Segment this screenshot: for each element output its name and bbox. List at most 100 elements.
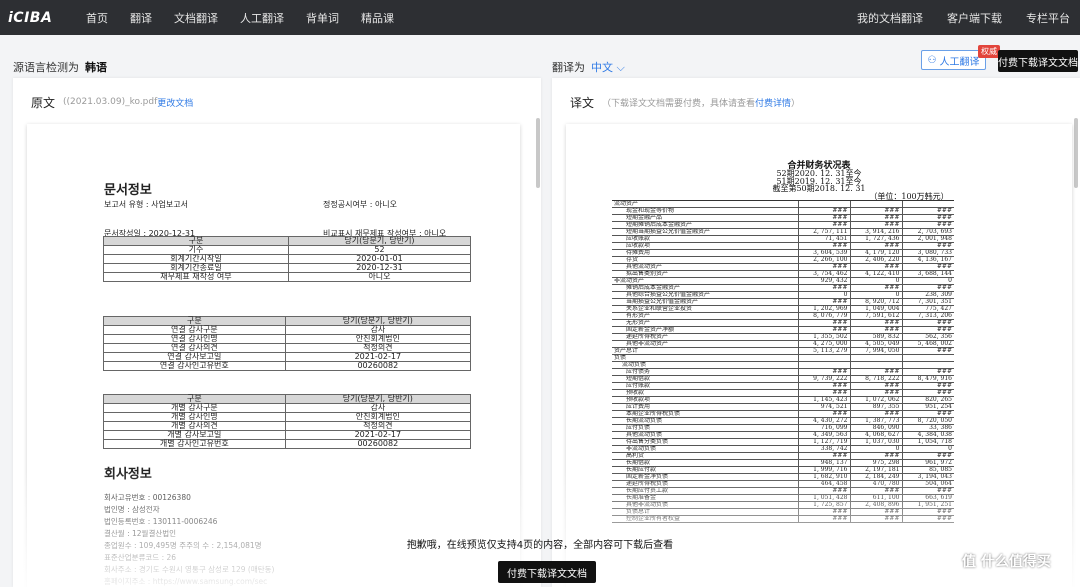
cn-row-value: 974, 521 [797,403,850,411]
cn-row-value: ### [797,319,850,327]
cn-row-value: ### [849,487,902,495]
cn-row-label: 负债总计 [612,508,798,516]
cn-row-value [849,354,902,362]
nav-my-docs[interactable]: 我的文档翻译 [857,10,923,26]
nav-item-courses[interactable]: 精品课 [361,10,394,26]
original-panel: 原文 ((2021.03.09)_ko.pdf 更改文档 문서정보 보고서 유형… [13,78,541,587]
cn-row-label: 高利贷 [612,452,798,460]
cn-row-label: 其他非流动资产 [612,340,798,348]
table-row: 개별 감사보고일 2021-02-17 [103,430,472,440]
table-row: 应付债务 ### ### ### [612,368,954,376]
cn-row-label: 预收款 [612,389,798,397]
cn-row-value: 4, 275, 000 [797,340,850,348]
table-row: 연결 감사보고일 2021-02-17 [103,352,472,362]
nav-item-doc-translate[interactable]: 文档翻译 [174,10,218,26]
cn-row-value [849,200,902,208]
nav-item-translate[interactable]: 翻译 [130,10,152,26]
table-cell: 00260082 [284,361,472,371]
nav-client-download[interactable]: 客户端下载 [947,10,1002,26]
cn-row-label: 递延所得税资产 [612,333,798,341]
cn-row-value: 4, 384, 038 [901,431,954,439]
target-language-label: 翻译为 [552,61,585,74]
table-row: 회계기간시작일 2020-01-01 [103,254,472,264]
cn-row-value: 1, 051, 428 [797,494,850,502]
cn-row-value: ### [849,319,902,327]
table-row: 短期摊销后成本金融资产 ### ### ### [612,221,954,229]
pay-download-bottom-button[interactable]: 付费下载译文文档 [498,561,596,583]
cn-row-label: 应收账款 [612,235,798,243]
nav-column-platform[interactable]: 专栏平台 [1026,10,1070,26]
cn-row-label: 应付负债 [612,424,798,432]
table-cell: 개별 감사인고유번호 [103,439,286,449]
table-row: 长期准备金 1, 051, 428 611, 100 663, 619 [612,494,954,502]
table-row: 拟出售类别资产 3, 754, 462 4, 122, 410 3, 688, 144 [612,270,954,278]
cn-row-value: ### [797,389,850,397]
table-row: 기수 52 [103,245,472,255]
kr-company-line: 홈페이지주소 : https://www.samsung.com/sec [104,577,268,586]
top-nav: iCIBA 首页 翻译 文档翻译 人工翻译 背单词 精品课 我的文档翻译 客户端… [0,0,1080,35]
table-row: 应计费用 974, 521 897, 355 951, 254 [612,403,954,411]
cn-row-value: 2, 757, 111 [797,228,850,236]
cn-row-value: 961, 972 [901,459,954,467]
cn-row-label: 负债 [612,354,798,362]
original-title: 原文 [31,95,56,110]
table-row: 关系企业和联营企业投资 1, 202, 969 1, 049, 004 775, 42… [612,305,954,313]
cn-row-label: 当期损益公允价值金融资产 [612,298,798,306]
iciba-logo[interactable]: iCIBA [8,10,64,26]
nav-item-vocab[interactable]: 背单词 [306,10,339,26]
cn-row-value: 2, 406, 220 [849,256,902,264]
table-row: 非流动资产 929, 432 0 0 [612,277,954,285]
cn-row-label: 固定薪金资产净额 [612,326,798,334]
cn-row-value: 948, 137 [797,459,850,467]
table-row: 高利贷 ### ### ### [612,452,954,460]
cn-row-value: 562, 356 [901,333,954,341]
table-row: 资产总计 5, 113, 279 7, 994, 050 ### [612,347,954,355]
table-row: 应收账款 71, 451 1, 727, 436 2, 001, 948 [612,235,954,243]
pay-download-button[interactable]: 付费下载译文文档 [998,50,1078,72]
pay-detail-link[interactable]: 付费详情 [755,96,791,109]
cn-row-value [849,361,902,369]
table-cell: 00260082 [284,439,472,449]
right-scrollbar[interactable] [1074,118,1078,188]
cn-row-value [901,354,954,362]
cn-row-value: 663, 619 [901,494,954,502]
kr-company-line: 법인명 : 삼성전자 [104,505,160,514]
left-scrollbar[interactable] [536,118,540,188]
table-row: 非流动负债 338, 742 0 0 [612,445,954,453]
nav-item-human-translate[interactable]: 人工翻译 [240,10,284,26]
target-language-select[interactable]: 中文 ⌵ [591,61,625,74]
cn-row-value: 3, 604, 539 [797,249,850,257]
cn-row-value: 0 [901,277,954,285]
cn-row-value: 4, 068, 627 [849,431,902,439]
file-name: ((2021.03.09)_ko.pdf [63,97,158,107]
cn-row-label: 短期借款 [612,375,798,383]
table-row: 存货 2, 266, 100 2, 406, 220 4, 136, 167 [612,256,954,264]
table-row: 长期应付员工款 ### ### ### [612,487,954,495]
cn-row-label: 待摊费用 [612,249,798,257]
human-translate-button[interactable]: ⚇ 人工翻译 [921,50,986,70]
cn-row-value [901,200,954,208]
cn-row-value: 7, 313, 206 [901,312,954,320]
cn-row-value: ### [797,368,850,376]
table-row: 待出售分类负债 1, 127, 719 1, 037, 030 1, 054, 718 [612,438,954,446]
table-row: 控制企业所有者权益 ### ### ### [612,515,954,523]
cn-row-label: 控制企业所有者权益 [612,515,798,523]
cn-row-value: ### [901,221,954,229]
cn-row-value: 2, 408, 896 [849,501,902,509]
cn-row-value: ### [901,319,954,327]
translation-panel-header: 译文 （下载译文文档需要付费，具体请查看 付费详情 ） [552,78,1080,126]
table-row: 长期流动负债 4, 430, 272 1, 387, 773 8, 720, 050 [612,417,954,425]
cn-row-value: 1, 127, 719 [797,438,850,446]
person-icon: ⚇ [927,54,937,66]
cn-row-label: 预收款项 [612,396,798,404]
cn-row-label: 应收款项 [612,242,798,250]
cn-row-value: 8, 720, 050 [901,417,954,425]
cn-row-value: 2, 001, 948 [901,235,954,243]
table-row: 其他非流动资产 4, 275, 000 4, 505, 049 5, 468, 002 [612,340,954,348]
cn-row-value [797,354,850,362]
cn-row-label: 长期准备金 [612,494,798,502]
nav-item-home[interactable]: 首页 [86,10,108,26]
cn-row-label: 长期应付员工款 [612,487,798,495]
change-doc-link[interactable]: 更改文档 [157,96,193,109]
cn-row-value: ### [901,263,954,271]
